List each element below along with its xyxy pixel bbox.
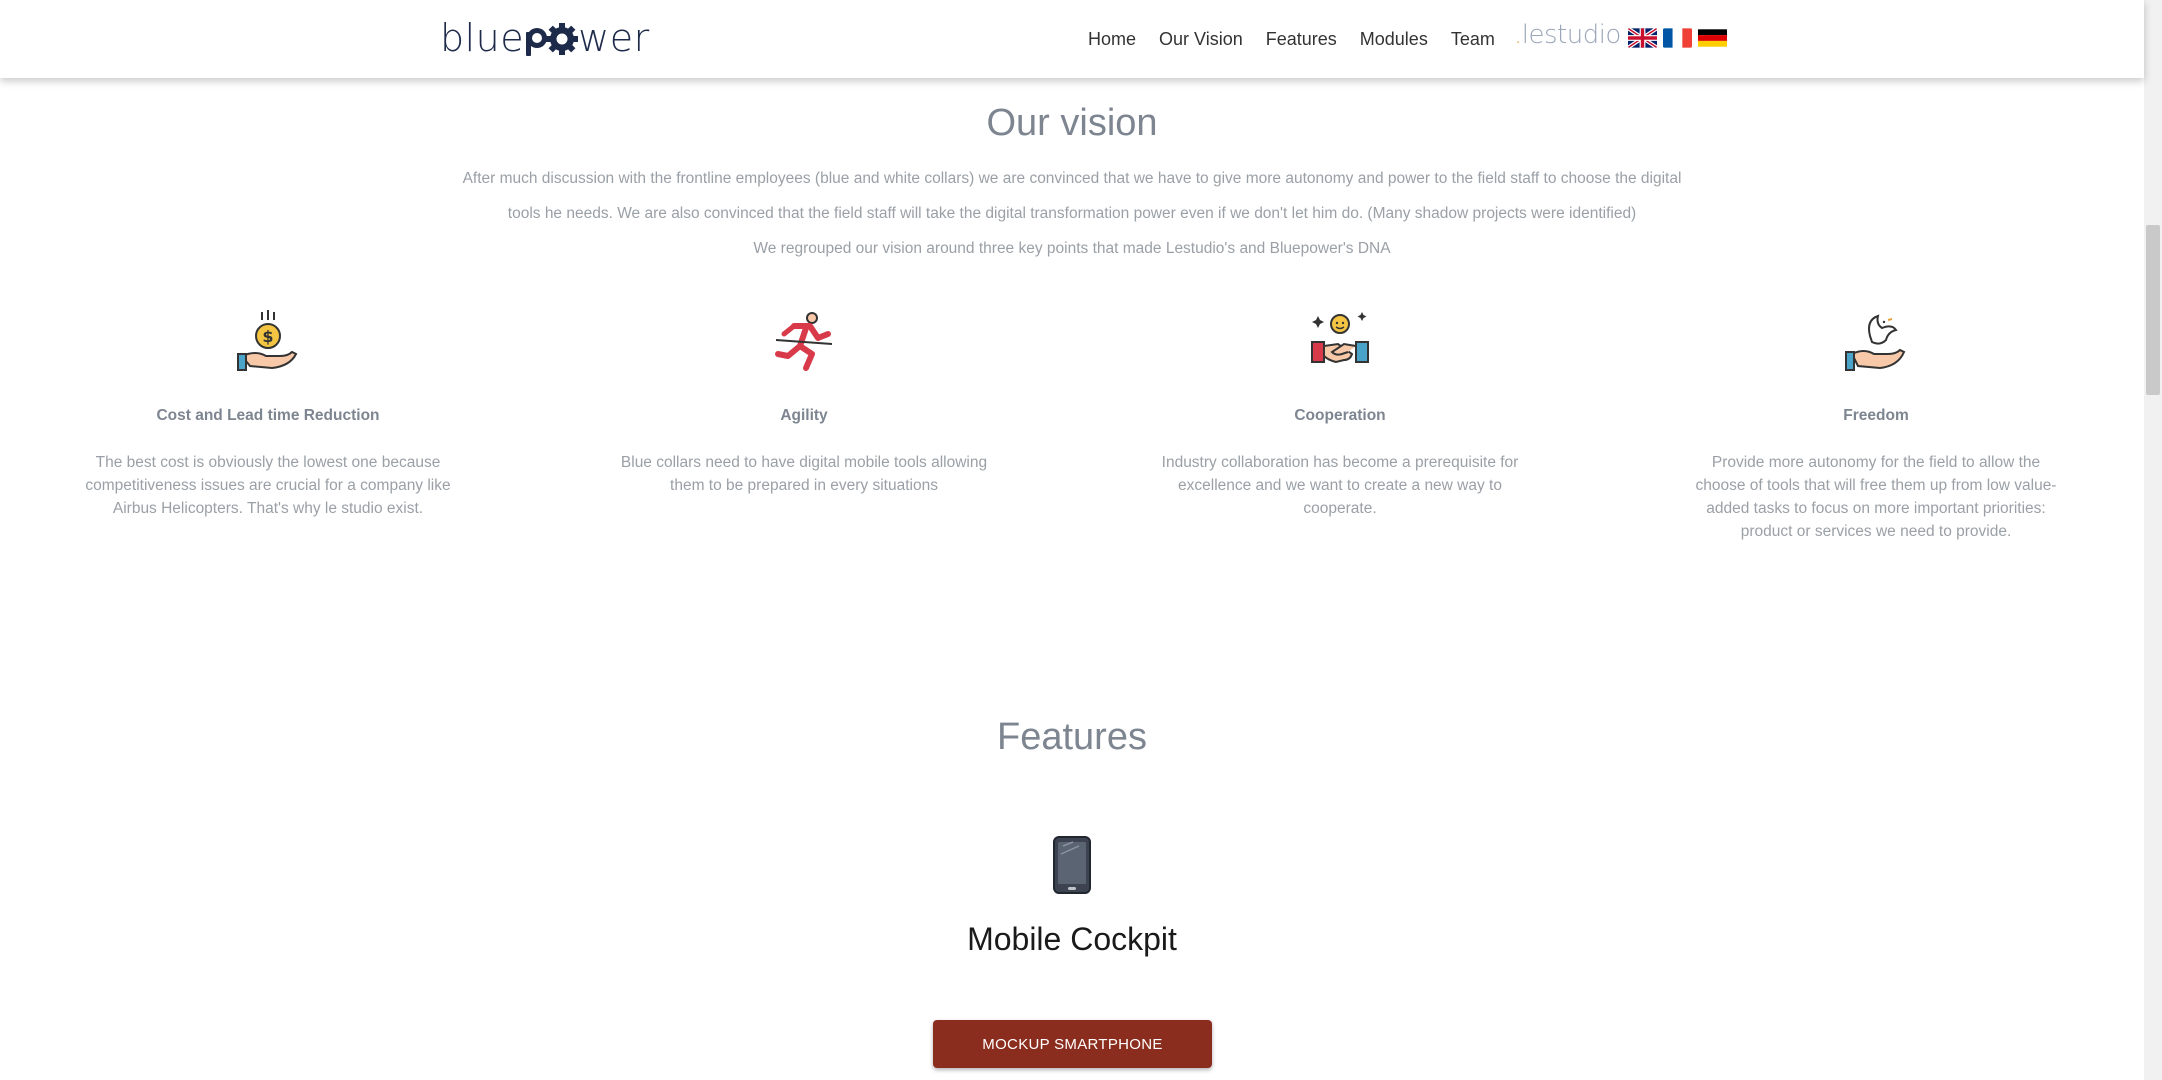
scrollbar-thumb[interactable] bbox=[2146, 225, 2160, 395]
pillar-text: Industry collaboration has become a prer… bbox=[1161, 454, 1519, 517]
vision-intro: After much discussion with the frontline… bbox=[420, 161, 1724, 266]
feature-name: Mobile Cockpit bbox=[967, 921, 1177, 957]
dove-hand-icon bbox=[1845, 314, 1906, 371]
pillar-freedom: Freedom Provide more autonomy for the fi… bbox=[1686, 310, 2066, 543]
nav-home[interactable]: Home bbox=[1088, 24, 1136, 54]
nav-our-vision[interactable]: Our Vision bbox=[1159, 24, 1243, 54]
nav-modules[interactable]: Modules bbox=[1360, 24, 1428, 54]
logo-text-right: wer bbox=[578, 16, 650, 60]
top-navbar: blue wer Home Our Vision Features Module… bbox=[0, 0, 2144, 78]
uk-flag-icon[interactable] bbox=[1628, 28, 1657, 48]
nav-team[interactable]: Team bbox=[1451, 24, 1495, 54]
features-title: Features bbox=[997, 716, 1147, 758]
logo-gear-icon bbox=[524, 18, 579, 58]
bluepower-logo[interactable]: blue wer bbox=[440, 14, 650, 62]
runner-icon bbox=[775, 312, 833, 371]
pillar-title: Freedom bbox=[1843, 407, 1909, 424]
main-nav: Home Our Vision Features Modules Team bbox=[1088, 24, 1518, 54]
pillar-text: Provide more autonomy for the field to a… bbox=[1695, 454, 2057, 540]
pillar-agility: Agility Blue collars need to have digita… bbox=[614, 310, 994, 497]
germany-flag-icon[interactable] bbox=[1698, 28, 1727, 48]
smartphone-icon bbox=[1053, 836, 1091, 894]
vision-title: Our vision bbox=[986, 102, 1158, 144]
lestudio-dot: . bbox=[1514, 20, 1522, 50]
vision-paragraph: After much discussion with the frontline… bbox=[462, 170, 1682, 187]
pillar-title: Cost and Lead time Reduction bbox=[156, 407, 380, 424]
pillar-text: Blue collars need to have digital mobile… bbox=[620, 454, 988, 494]
lestudio-logo[interactable]: .lestudio bbox=[1514, 20, 1621, 50]
pillar-title: Agility bbox=[780, 407, 828, 424]
nav-features[interactable]: Features bbox=[1266, 24, 1337, 54]
mockup-smartphone-button[interactable]: MOCKUP SMARTPHONE bbox=[933, 1020, 1212, 1068]
vision-paragraph: We regrouped our vision around three key… bbox=[753, 240, 1391, 257]
pillar-cost: $ Cost and Lead time Reduction The best … bbox=[78, 310, 458, 520]
france-flag-icon[interactable] bbox=[1663, 28, 1692, 48]
vision-paragraph: tools he needs. We are also convinced th… bbox=[507, 205, 1637, 222]
pillar-title: Cooperation bbox=[1294, 407, 1386, 424]
handshake-icon bbox=[1311, 312, 1369, 364]
pillar-text: The best cost is obviously the lowest on… bbox=[85, 454, 451, 517]
lestudio-name: lestudio bbox=[1521, 20, 1622, 50]
logo-text-left: blue bbox=[440, 16, 525, 60]
hand-coin-icon: $ bbox=[237, 310, 298, 371]
svg-text:$: $ bbox=[262, 327, 273, 346]
pillar-cooperation: Cooperation Industry collaboration has b… bbox=[1150, 310, 1530, 520]
page-scrollbar[interactable] bbox=[2144, 0, 2162, 1080]
language-selector bbox=[1628, 28, 1727, 48]
